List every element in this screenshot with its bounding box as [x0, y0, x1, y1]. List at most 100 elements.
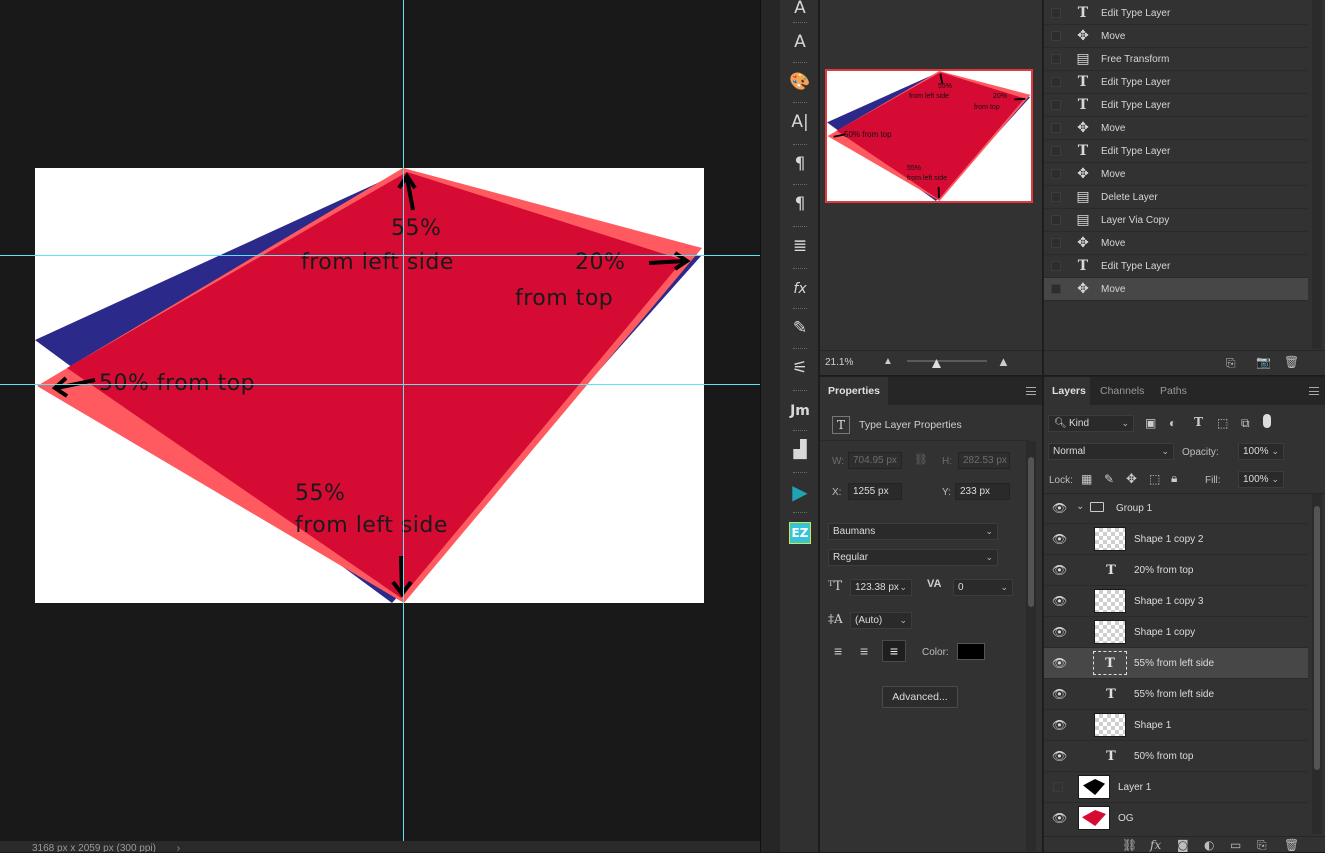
layer-row[interactable]: 👁︎T50% from top: [1044, 741, 1308, 772]
history-scrollbar[interactable]: [1312, 0, 1322, 349]
lock-position-icon[interactable]: ✥: [1126, 471, 1137, 487]
zoom-slider-track[interactable]: [907, 360, 987, 362]
brush-presets-icon[interactable]: ✎: [786, 314, 814, 342]
advanced-button[interactable]: Advanced...: [882, 686, 958, 708]
play-icon[interactable]: ▶: [786, 478, 814, 506]
leading-dropdown[interactable]: (Auto) ⌄: [850, 612, 912, 629]
tab-layers[interactable]: Layers: [1044, 377, 1090, 405]
history-item[interactable]: ▤Layer Via Copy: [1044, 209, 1308, 232]
panel-grip[interactable]: [793, 22, 807, 24]
delete-layer-trash-icon[interactable]: 🗑: [1284, 838, 1299, 852]
x-field[interactable]: 1255 px: [848, 483, 902, 500]
status-chevron-icon[interactable]: ›: [177, 843, 180, 852]
history-item[interactable]: ✥Move: [1044, 278, 1308, 301]
layer-row[interactable]: 👁︎Shape 1: [1044, 710, 1308, 741]
adjustments-icon[interactable]: ⚟: [786, 354, 814, 382]
layer-row[interactable]: 👁︎T20% from top: [1044, 555, 1308, 586]
history-item[interactable]: TEdit Type Layer: [1044, 94, 1308, 117]
layers-scrollbar[interactable]: [1312, 494, 1322, 834]
new-group-folder-icon[interactable]: ▭: [1230, 838, 1241, 852]
font-family-dropdown[interactable]: Baumans ⌄: [828, 523, 998, 540]
visibility-eye-icon[interactable]: 👁︎: [1052, 626, 1066, 638]
history-item[interactable]: ✥Move: [1044, 117, 1308, 140]
visibility-eye-icon[interactable]: 👁︎: [1052, 719, 1066, 731]
filter-shape-icon[interactable]: ⬚: [1217, 416, 1228, 430]
layer-row[interactable]: 👁︎T55% from left side: [1044, 648, 1308, 679]
layer-style-fx-icon[interactable]: fx: [1150, 838, 1161, 852]
visibility-eye-icon[interactable]: 👁︎: [1052, 750, 1066, 762]
visibility-eye-icon[interactable]: 👁︎: [1052, 688, 1066, 700]
ez-plugin-icon[interactable]: EZ: [786, 518, 814, 546]
fill-field[interactable]: 100% ⌄: [1238, 471, 1284, 488]
document-canvas[interactable]: 55% from left side 20% from top 50% from…: [35, 168, 704, 603]
layers-scroll-thumb[interactable]: [1314, 506, 1320, 770]
opacity-field[interactable]: 100% ⌄: [1238, 443, 1284, 460]
paragraph-styles-icon[interactable]: ¶: [786, 190, 814, 218]
zoom-value[interactable]: 21.1%: [825, 357, 853, 368]
visibility-off-box[interactable]: [1053, 782, 1063, 792]
fx-styles-icon[interactable]: fx: [786, 274, 814, 302]
zoom-out-icon[interactable]: ▲: [883, 356, 893, 367]
history-snapshot-checkbox[interactable]: [1051, 8, 1061, 18]
layers-menu-icon[interactable]: [1309, 387, 1319, 395]
history-snapshot-checkbox[interactable]: [1051, 100, 1061, 110]
document-canvas-area[interactable]: 55% from left side 20% from top 50% from…: [0, 0, 760, 852]
panel-grip[interactable]: [793, 144, 807, 146]
panel-grip[interactable]: [793, 512, 807, 514]
zoom-in-icon[interactable]: ▲: [997, 354, 1010, 369]
type-mask-icon[interactable]: A: [786, 28, 814, 56]
lock-transparency-icon[interactable]: ▦: [1081, 472, 1092, 486]
history-item[interactable]: TEdit Type Layer: [1044, 2, 1308, 25]
align-left-icon[interactable]: ≡: [834, 643, 842, 659]
filter-smart-object-icon[interactable]: ⧉: [1241, 416, 1250, 431]
filter-adjustment-icon[interactable]: ◐: [1169, 416, 1176, 430]
filter-type-icon[interactable]: T: [1194, 415, 1203, 429]
lock-all-icon[interactable]: 🔒︎: [1171, 471, 1177, 486]
panel-grip[interactable]: [793, 102, 807, 104]
font-style-dropdown[interactable]: Regular ⌄: [828, 549, 998, 566]
visibility-eye-icon[interactable]: 👁︎: [1052, 812, 1066, 824]
panel-grip[interactable]: [793, 390, 807, 392]
tab-paths[interactable]: Paths: [1152, 377, 1195, 405]
vertical-guide[interactable]: [403, 0, 404, 841]
history-snapshot-checkbox[interactable]: [1051, 284, 1061, 294]
tracking-dropdown[interactable]: 0 ⌄: [953, 579, 1013, 596]
add-mask-icon[interactable]: ◙: [1177, 838, 1189, 852]
align-center-icon[interactable]: ≡: [860, 643, 868, 659]
history-snapshot-checkbox[interactable]: [1051, 146, 1061, 156]
adjustment-layer-icon[interactable]: ◐: [1204, 838, 1214, 852]
panel-divider[interactable]: [760, 0, 780, 852]
panel-grip[interactable]: [793, 472, 807, 474]
panel-grip[interactable]: [793, 430, 807, 432]
history-item[interactable]: ✥Move: [1044, 163, 1308, 186]
visibility-eye-icon[interactable]: 👁︎: [1052, 595, 1066, 607]
group-expand-chevron-icon[interactable]: ⌄: [1076, 501, 1084, 512]
panel-grip[interactable]: [793, 62, 807, 64]
history-item[interactable]: ▤Delete Layer: [1044, 186, 1308, 209]
layer-group-row[interactable]: 👁︎⌄Group 1: [1044, 493, 1308, 524]
tab-channels[interactable]: Channels: [1092, 377, 1152, 405]
jm-plugin-icon[interactable]: Jm: [786, 396, 814, 424]
panel-grip[interactable]: [793, 348, 807, 350]
panel-grip[interactable]: [793, 268, 807, 270]
layer-row[interactable]: 👁︎Shape 1 copy 3: [1044, 586, 1308, 617]
history-item[interactable]: ✥Move: [1044, 25, 1308, 48]
history-snapshot-checkbox[interactable]: [1051, 31, 1061, 41]
panel-grip[interactable]: [793, 226, 807, 228]
history-snapshot-checkbox[interactable]: [1051, 123, 1061, 133]
font-size-dropdown[interactable]: 123.38 px ⌄: [850, 579, 912, 596]
history-snapshot-checkbox[interactable]: [1051, 215, 1061, 225]
notes-icon[interactable]: ≣: [786, 232, 814, 260]
snapshot-camera-icon[interactable]: 📷: [1256, 355, 1271, 369]
blend-mode-dropdown[interactable]: Normal ⌄: [1048, 443, 1174, 460]
histogram-icon[interactable]: ▟: [786, 436, 814, 464]
new-document-from-state-icon[interactable]: ⎘: [1226, 356, 1236, 371]
history-item[interactable]: TEdit Type Layer: [1044, 71, 1308, 94]
history-snapshot-checkbox[interactable]: [1051, 77, 1061, 87]
history-snapshot-checkbox[interactable]: [1051, 261, 1061, 271]
layer-row[interactable]: 👁︎OG: [1044, 803, 1308, 833]
tab-properties[interactable]: Properties: [820, 377, 888, 405]
layer-row[interactable]: 👁︎Shape 1 copy: [1044, 617, 1308, 648]
history-item[interactable]: ✥Move: [1044, 232, 1308, 255]
properties-scrollbar[interactable]: [1026, 441, 1036, 851]
